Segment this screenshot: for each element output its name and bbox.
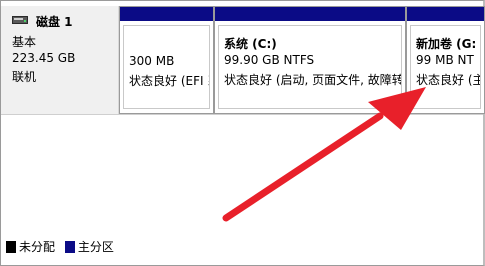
- disk-label-panel[interactable]: 磁盘 1 基本 223.45 GB 联机: [1, 6, 119, 114]
- partition-status: 状态良好 (启动, 页面文件, 故障转: [224, 73, 402, 87]
- legend-unallocated: 未分配: [6, 240, 59, 254]
- partition-title: 新加卷 (G:: [416, 37, 477, 51]
- partition-type-bar: [407, 7, 484, 21]
- partition-new-volume-g[interactable]: 新加卷 (G: 99 MB NT 状态良好 (主: [406, 6, 485, 114]
- partition-body: 系统 (C:) 99.90 GB NTFS 状态良好 (启动, 页面文件, 故障…: [218, 25, 402, 109]
- disk-type: 基本: [12, 35, 37, 49]
- partition-status: 状态良好 (主: [416, 73, 481, 87]
- partition-title: 系统 (C:): [224, 37, 277, 51]
- legend-unallocated-label: 未分配: [19, 240, 56, 254]
- partition-system-c[interactable]: 系统 (C:) 99.90 GB NTFS 状态良好 (启动, 页面文件, 故障…: [214, 6, 406, 114]
- partition-size: 300 MB: [129, 54, 175, 68]
- partition-status: 状态良好 (EFI 系: [129, 74, 209, 88]
- legend-primary-label: 主分区: [77, 240, 114, 254]
- disk-name: 磁盘 1: [36, 15, 73, 29]
- legend: 未分配 主分区: [6, 238, 120, 254]
- disk-drive-icon: [12, 16, 28, 24]
- legend-unallocated-swatch: [6, 241, 16, 253]
- partition-body: 新加卷 (G: 99 MB NT 状态良好 (主: [410, 25, 481, 109]
- partition-body: 300 MB 状态良好 (EFI 系: [123, 25, 210, 109]
- legend-primary: 主分区: [64, 240, 114, 254]
- partition-efi[interactable]: 300 MB 状态良好 (EFI 系: [119, 6, 214, 114]
- disk-status: 联机: [12, 70, 37, 84]
- legend-primary-swatch: [64, 241, 75, 253]
- partition-type-bar: [120, 7, 213, 21]
- partition-size: 99.90 GB NTFS: [224, 53, 315, 67]
- disk-size: 223.45 GB: [12, 51, 76, 65]
- partition-type-bar: [215, 7, 405, 21]
- partition-size: 99 MB NT: [416, 53, 474, 67]
